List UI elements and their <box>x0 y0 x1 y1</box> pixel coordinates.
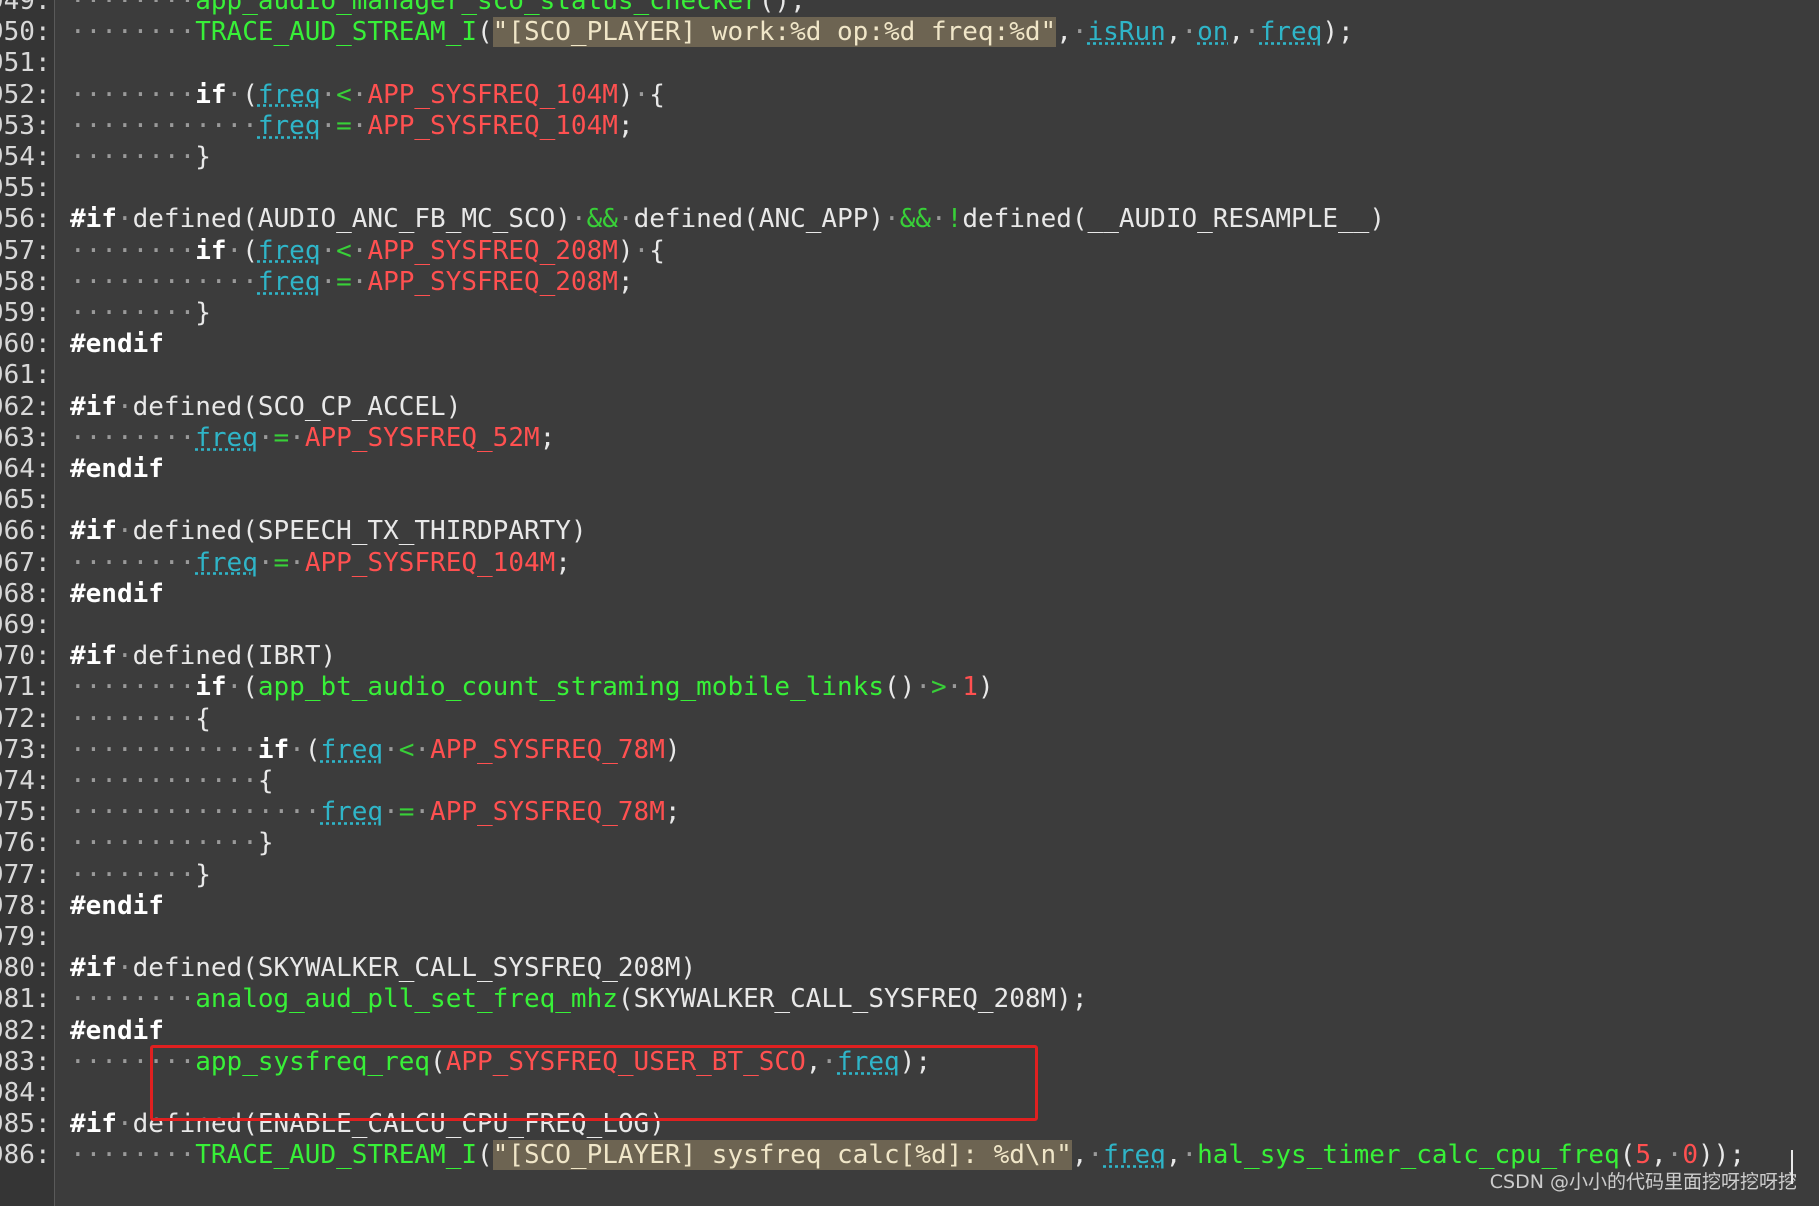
line-text[interactable]: ········freq·=·APP_SYSFREQ_104M; <box>70 548 571 579</box>
line-number: 982: <box>0 1015 51 1046</box>
line-number: 979: <box>0 922 51 952</box>
line-text[interactable]: #if·defined(IBRT) <box>70 641 336 672</box>
line-number: 969: <box>0 610 51 640</box>
line-number: 960: <box>0 329 51 360</box>
line-number: 981: <box>0 984 51 1015</box>
line-number: 967: <box>0 547 51 578</box>
line-number: 976: <box>0 828 51 859</box>
line-text[interactable]: ········if·(freq·<·APP_SYSFREQ_208M)·{ <box>70 236 665 267</box>
line-number: 973: <box>0 734 51 765</box>
line-number: 949: <box>0 0 51 16</box>
line-number: 956: <box>0 204 51 235</box>
line-number: 984: <box>0 1078 51 1108</box>
line-text[interactable]: #endif <box>70 1016 164 1047</box>
line-number: 961: <box>0 360 51 391</box>
line-number: 978: <box>0 890 51 921</box>
line-text[interactable]: #endif <box>70 329 164 360</box>
line-text[interactable]: #if·defined(AUDIO_ANC_FB_MC_SCO)·&&·defi… <box>70 204 1385 235</box>
line-number: 964: <box>0 454 51 484</box>
line-text[interactable]: ········analog_aud_pll_set_freq_mhz(SKYW… <box>70 984 1087 1015</box>
line-text[interactable]: ········freq·=·APP_SYSFREQ_52M; <box>70 423 555 454</box>
line-text[interactable]: ············freq·=·APP_SYSFREQ_208M; <box>70 267 634 298</box>
line-text[interactable]: ············{ <box>70 766 274 797</box>
line-number: 959: <box>0 298 51 328</box>
line-number: 975: <box>0 797 51 828</box>
line-number: 957: <box>0 235 51 266</box>
line-text[interactable]: ················freq·=·APP_SYSFREQ_78M; <box>70 797 681 828</box>
line-text[interactable]: ········} <box>70 298 211 329</box>
line-number: 955: <box>0 173 51 204</box>
line-number: 966: <box>0 516 51 547</box>
line-number: 963: <box>0 422 51 453</box>
highlight-annotation-box <box>150 1045 1038 1121</box>
line-number: 980: <box>0 953 51 984</box>
line-text[interactable]: ········if·(freq·<·APP_SYSFREQ_104M)·{ <box>70 80 665 111</box>
line-number: 968: <box>0 578 51 609</box>
line-text[interactable]: #endif <box>70 454 164 485</box>
line-number: 972: <box>0 703 51 734</box>
line-number: 983: <box>0 1046 51 1077</box>
line-text[interactable]: ········} <box>70 860 211 891</box>
line-number: 965: <box>0 485 51 516</box>
line-number: 986: <box>0 1140 51 1171</box>
line-number: 962: <box>0 391 51 422</box>
line-text[interactable]: ············} <box>70 828 274 859</box>
line-number: 971: <box>0 672 51 703</box>
line-text[interactable]: ········app_audio_manager_sco_status_che… <box>70 0 806 17</box>
line-number: 985: <box>0 1109 51 1140</box>
code-editor[interactable]: 949: ········app_audio_manager_sco_status… <box>0 0 1819 1206</box>
line-text[interactable]: #if·defined(SCO_CP_ACCEL) <box>70 392 461 423</box>
line-text[interactable]: ············freq·=·APP_SYSFREQ_104M; <box>70 111 634 142</box>
line-number: 977: <box>0 859 51 890</box>
line-text[interactable]: #endif <box>70 891 164 922</box>
line-number: 954: <box>0 142 51 172</box>
line-text[interactable]: ········TRACE_AUD_STREAM_I("[SCO_PLAYER]… <box>70 17 1354 48</box>
watermark: CSDN @小小的代码里面挖呀挖呀挖 <box>1489 1171 1797 1193</box>
line-number: 953: <box>0 110 51 141</box>
line-text[interactable]: ········if·(app_bt_audio_count_straming_… <box>70 672 994 703</box>
line-text[interactable]: #if·defined(SKYWALKER_CALL_SYSFREQ_208M) <box>70 953 696 984</box>
line-text[interactable]: #if·defined(SPEECH_TX_THIRDPARTY) <box>70 516 587 547</box>
line-number: 951: <box>0 48 51 79</box>
line-text[interactable]: ········{ <box>70 704 211 735</box>
line-number: 952: <box>0 79 51 110</box>
line-number: 950: <box>0 17 51 48</box>
line-text[interactable]: #endif <box>70 579 164 610</box>
line-number: 970: <box>0 641 51 672</box>
line-number: 958: <box>0 266 51 297</box>
line-text[interactable]: ············if·(freq·<·APP_SYSFREQ_78M) <box>70 735 681 766</box>
line-text[interactable]: ········} <box>70 142 211 173</box>
line-number: 974: <box>0 766 51 796</box>
